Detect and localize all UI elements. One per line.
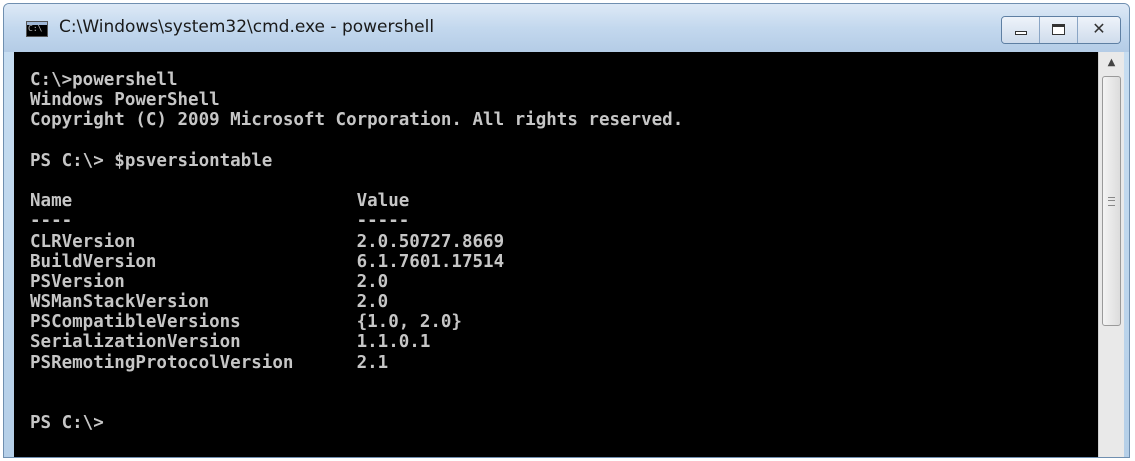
console-line: PS C:\> $psversiontable xyxy=(30,150,273,171)
scroll-thumb[interactable] xyxy=(1102,76,1121,326)
console-line: PSVersion 2.0 xyxy=(30,271,389,292)
vertical-scrollbar[interactable]: ▲ xyxy=(1098,52,1124,457)
console-line: WSManStackVersion 2.0 xyxy=(30,292,389,313)
console-prompt[interactable]: PS C:\> xyxy=(30,413,1098,433)
grip-icon xyxy=(1108,197,1115,206)
console-line: Name Value xyxy=(30,191,410,212)
minimize-icon xyxy=(1015,31,1027,35)
console-line: Windows PowerShell xyxy=(30,90,220,111)
close-icon: ✕ xyxy=(1092,19,1106,38)
maximize-button[interactable] xyxy=(1040,17,1078,43)
console-text: C:\>powershell Windows PowerShell Copyrigh… xyxy=(14,52,1098,433)
scroll-up-arrow-icon[interactable]: ▲ xyxy=(1099,52,1124,74)
console-line: ---- ----- xyxy=(30,211,410,232)
close-button[interactable]: ✕ xyxy=(1078,17,1120,43)
window-title: C:\Windows\system32\cmd.exe - powershell xyxy=(59,17,435,37)
minimize-button[interactable] xyxy=(1002,17,1040,43)
maximize-icon xyxy=(1052,24,1065,35)
console-line: SerializationVersion 1.1.0.1 xyxy=(30,332,431,353)
console-line: C:\>powershell xyxy=(30,70,178,90)
console-window: C:\ C:\Windows\system32\cmd.exe - powers… xyxy=(3,3,1130,458)
console-line: CLRVersion 2.0.50727.8669 xyxy=(30,231,505,252)
console-output[interactable]: C:\>powershell Windows PowerShell Copyrigh… xyxy=(14,52,1098,457)
console-line: BuildVersion 6.1.7601.17514 xyxy=(30,251,505,272)
console-line: Copyright (C) 2009 Microsoft Corporation… xyxy=(30,110,684,131)
caption-buttons: ✕ xyxy=(1001,16,1121,44)
console-line: PSCompatibleVersions {1.0, 2.0} xyxy=(30,312,462,333)
cmd-app-icon[interactable]: C:\ xyxy=(26,21,48,37)
title-bar[interactable]: C:\ C:\Windows\system32\cmd.exe - powers… xyxy=(4,4,1129,52)
console-line: PSRemotingProtocolVersion 2.1 xyxy=(30,352,389,373)
